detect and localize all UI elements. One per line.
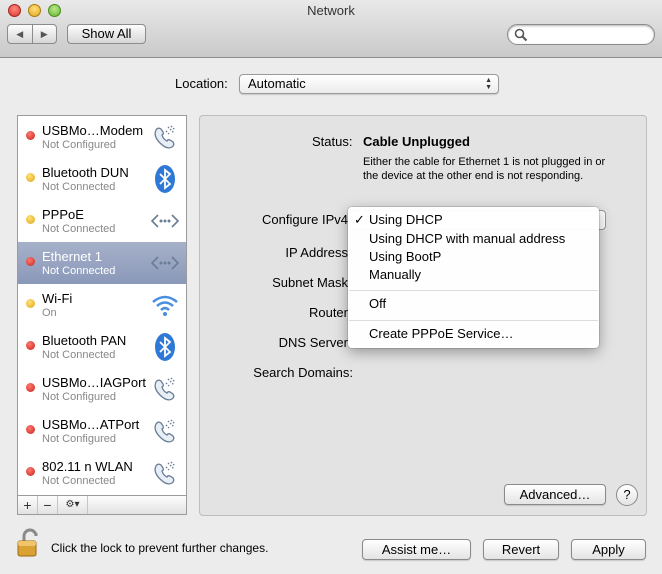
service-item[interactable]: Bluetooth PAN Not Connected: [18, 326, 186, 368]
service-item[interactable]: Ethernet 1 Not Connected: [18, 242, 186, 284]
status-dot-icon: [26, 173, 35, 182]
menu-item-off[interactable]: Off: [369, 296, 386, 311]
status-dot-icon: [26, 257, 35, 266]
bluetooth-icon: [150, 164, 180, 194]
menu-separator: [349, 290, 598, 291]
advanced-button[interactable]: Advanced…: [504, 484, 606, 505]
revert-button[interactable]: Revert: [483, 539, 559, 560]
show-all-button[interactable]: Show All: [67, 24, 146, 44]
service-name: PPPoE: [42, 207, 84, 222]
phone-icon: [150, 122, 180, 152]
remove-service-button[interactable]: −: [38, 496, 58, 514]
service-name: Wi-Fi: [42, 291, 73, 306]
service-name: USBMo…Modem: [42, 123, 144, 138]
status-dot-icon: [26, 425, 35, 434]
action-menu-button[interactable]: ⚙▾: [58, 496, 88, 514]
service-item[interactable]: USBMo…IAGPort Not Configured: [18, 368, 186, 410]
location-popup[interactable]: Automatic ▲ ▼: [239, 74, 499, 94]
window-titlebar: Network ◀ ▶ Show All: [0, 0, 662, 58]
service-item[interactable]: 802.11 n WLAN Not Connected: [18, 452, 186, 494]
menu-item-dhcp-manual[interactable]: Using DHCP with manual address: [369, 231, 565, 246]
status-value: Cable Unplugged: [363, 134, 470, 149]
menu-item-using-dhcp[interactable]: ✓ Using DHCP: [354, 212, 443, 227]
window-title: Network: [307, 3, 355, 18]
forward-button[interactable]: ▶: [33, 25, 57, 43]
checkmark-icon: ✓: [354, 212, 365, 227]
service-item[interactable]: Wi-Fi On: [18, 284, 186, 326]
service-name: USBMo…IAGPort: [42, 375, 147, 390]
status-dot-icon: [26, 383, 35, 392]
dns-server-label: DNS Server: [278, 335, 348, 350]
location-value: Automatic: [248, 76, 306, 91]
add-service-button[interactable]: +: [18, 496, 38, 514]
router-label: Router: [308, 305, 348, 320]
service-list-toolbar: + − ⚙▾: [17, 495, 187, 515]
status-label: Status:: [312, 134, 353, 149]
back-button[interactable]: ◀: [8, 25, 33, 43]
status-dot-icon: [26, 299, 35, 308]
ip-address-label: IP Address: [285, 245, 348, 260]
service-name: Bluetooth PAN: [42, 333, 127, 348]
service-item[interactable]: USBMo…ATPort Not Configured: [18, 410, 186, 452]
phone-icon: [150, 374, 180, 404]
service-status: Not Configured: [42, 139, 116, 151]
service-status: Not Connected: [42, 475, 116, 487]
lock-icon[interactable]: [17, 528, 41, 558]
search-icon: [514, 28, 528, 42]
service-status: Not Configured: [42, 433, 116, 445]
apply-button[interactable]: Apply: [571, 539, 646, 560]
subnet-mask-label: Subnet Mask: [272, 275, 348, 290]
location-label: Location:: [175, 76, 228, 91]
service-name: 802.11 n WLAN: [42, 459, 133, 474]
service-status: Not Connected: [42, 265, 116, 277]
status-dot-icon: [26, 215, 35, 224]
service-item[interactable]: USBMo…Modem Not Configured: [18, 116, 186, 158]
assist-me-button[interactable]: Assist me…: [362, 539, 471, 560]
service-list: USBMo…Modem Not Configured Bluetooth DUN No…: [17, 115, 187, 515]
lock-message: Click the lock to prevent further change…: [51, 541, 269, 555]
status-dot-icon: [26, 467, 35, 476]
service-status: Not Connected: [42, 223, 116, 235]
service-name: USBMo…ATPort: [42, 417, 140, 432]
status-dot-icon: [26, 131, 35, 140]
service-name: Bluetooth DUN: [42, 165, 129, 180]
phone-icon: [150, 458, 180, 488]
wifi-icon: [150, 290, 180, 320]
search-domains-label: Search Domains:: [253, 365, 353, 380]
status-dot-icon: [26, 341, 35, 350]
menu-item-manually[interactable]: Manually: [369, 267, 421, 282]
menu-item-create-pppoe[interactable]: Create PPPoE Service…: [369, 326, 514, 341]
phone-icon: [150, 416, 180, 446]
search-field[interactable]: [507, 24, 655, 45]
service-item[interactable]: PPPoE Not Connected: [18, 200, 186, 242]
network-arrows-icon: [150, 206, 180, 236]
network-arrows-icon: [150, 248, 180, 278]
service-name: Ethernet 1: [42, 249, 102, 264]
menu-item-bootp[interactable]: Using BootP: [369, 249, 441, 264]
service-status: Not Configured: [42, 391, 116, 403]
configure-ipv4-label: Configure IPv4: [262, 212, 348, 227]
status-description: Either the cable for Ethernet 1 is not p…: [363, 156, 606, 182]
updown-arrows-icon: ▲ ▼: [485, 77, 492, 91]
service-status: Not Connected: [42, 349, 116, 361]
bluetooth-icon: [150, 332, 180, 362]
service-item[interactable]: Bluetooth DUN Not Connected: [18, 158, 186, 200]
service-status: On: [42, 307, 57, 319]
back-forward-control: ◀ ▶: [7, 24, 57, 44]
help-button[interactable]: ?: [616, 484, 638, 506]
configure-ipv4-menu: ✓ Using DHCP Using DHCP with manual addr…: [348, 207, 599, 348]
menu-separator: [349, 320, 598, 321]
service-status: Not Connected: [42, 181, 116, 193]
